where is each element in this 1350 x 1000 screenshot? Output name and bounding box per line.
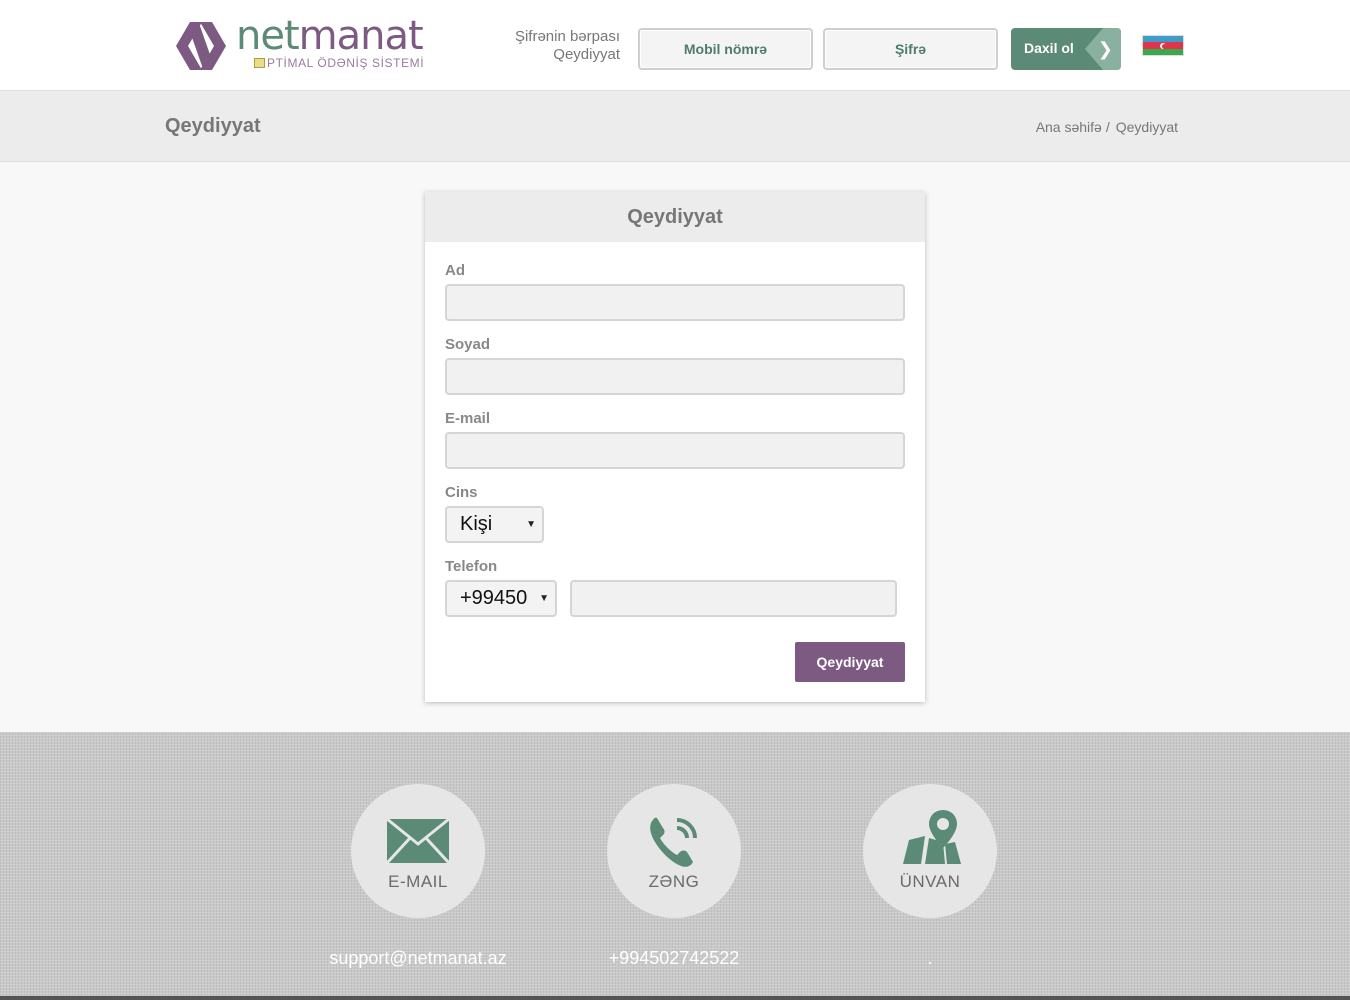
phone-icon [650,817,697,867]
breadcrumb: Ana səhifə / Qeydiyyat [1035,119,1178,135]
first-name-label: Ad [445,262,465,279]
last-name-label: Soyad [445,336,491,353]
logo-wordmark: netmanat [236,13,424,59]
page-title-bar: Qeydiyyat Ana səhifə / Qeydiyyat [0,90,1350,162]
email-contact-badge[interactable]: E-MAIL [351,784,485,918]
page-title: Qeydiyyat [165,115,261,137]
account-links: Şifrənin bərpası Qeydiyyat [470,28,620,64]
login-label: Daxil ol [1024,40,1074,56]
mobile-number-field[interactable]: Mobil nömrə [638,28,813,70]
breadcrumb-current: Qeydiyyat [1115,119,1178,135]
site-header: netmanat PTİMAL ÖDƏNİŞ SİSTEMİ Şifrənin … [0,0,1350,90]
mobile-number-label: Mobil nömrə [683,41,768,57]
envelope-icon [386,818,450,864]
az-flag-icon[interactable] [1142,35,1184,56]
support-email-link[interactable]: support@netmanat.az [288,948,548,969]
caret-down-icon: ▼ [526,519,536,530]
phone-label: Telefon [445,558,498,575]
registration-card: Qeydiyyat Ad Soyad E-mail Cins Kişi ▼ Te… [425,192,925,702]
email-caption: E-MAIL [388,872,448,891]
phone-number-input[interactable] [570,580,897,617]
phone-prefix-value: +99450 [460,587,528,609]
logo-tagline: PTİMAL ÖDƏNİŞ SİSTEMİ [254,56,424,70]
address-contact-badge[interactable]: ÜNVAN [863,784,997,918]
breadcrumb-home[interactable]: Ana səhifə [1036,119,1102,135]
submit-label: Qeydiyyat [816,654,884,670]
chevron-right-icon: ❯ [1097,39,1113,59]
password-recovery-link[interactable]: Şifrənin bərpası [470,28,620,46]
email-label: E-mail [445,410,491,427]
register-link[interactable]: Qeydiyyat [470,46,620,64]
gender-label: Cins [445,484,478,501]
gender-selected-value: Kişi [460,513,493,535]
footer-bottom-divider [0,996,1350,1000]
chip-icon [254,58,265,68]
first-name-input[interactable] [445,284,905,321]
register-submit-button[interactable]: Qeydiyyat [795,642,905,682]
call-caption: ZƏNG [648,872,700,891]
password-label: Şifrə [894,41,927,57]
map-pin-icon [903,810,961,864]
email-input[interactable] [445,432,905,469]
call-contact-badge[interactable]: ZƏNG [607,784,741,918]
address-text: . [927,948,933,968]
netmanat-logo[interactable]: netmanat PTİMAL ÖDƏNİŞ SİSTEMİ [170,13,430,74]
card-heading: Qeydiyyat [425,192,925,242]
logo-mark-icon [176,22,226,70]
support-phone-link[interactable]: +994502742522 [544,948,804,969]
last-name-input[interactable] [445,358,905,395]
gender-select[interactable]: Kişi ▼ [445,506,544,543]
phone-prefix-select[interactable]: +99450 ▼ [445,580,557,617]
address-caption: ÜNVAN [899,872,961,891]
site-footer: E-MAIL ZƏNG ÜNVAN support@netmanat.az +9… [0,732,1350,1000]
caret-down-icon: ▼ [539,593,549,604]
password-field[interactable]: Şifrə [823,28,998,70]
login-button[interactable]: Daxil ol ❯ [1011,28,1121,70]
